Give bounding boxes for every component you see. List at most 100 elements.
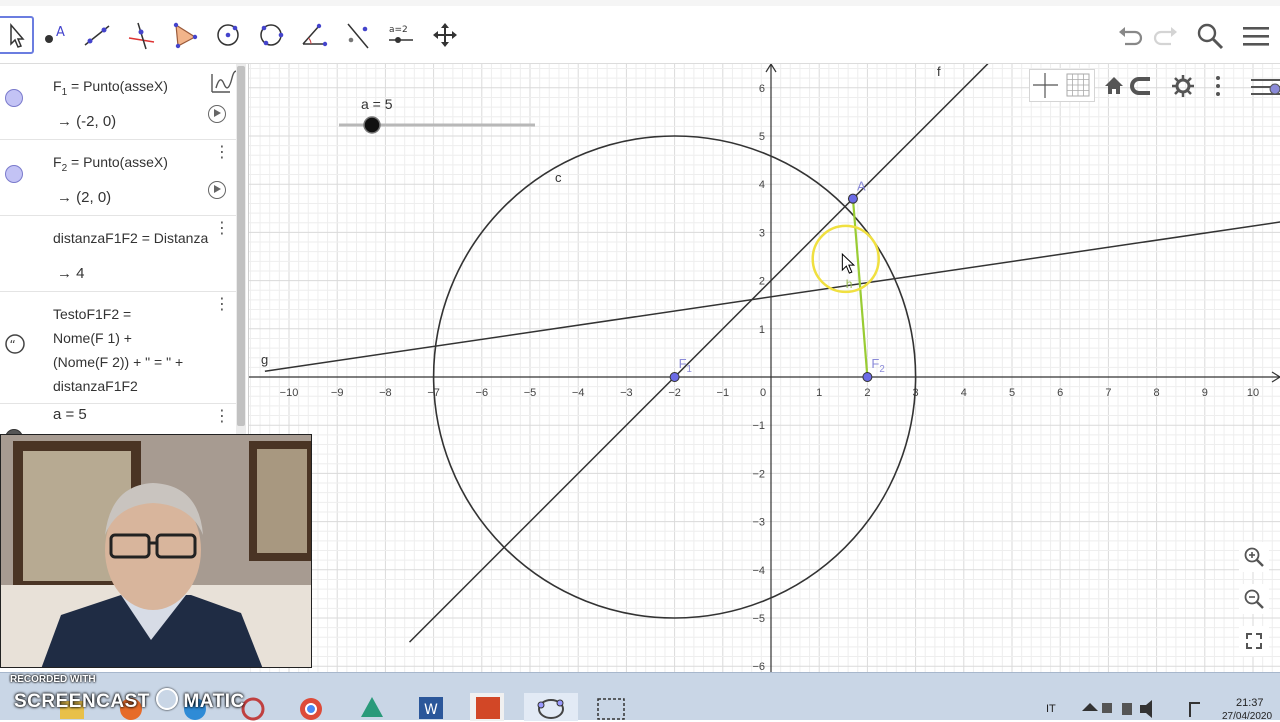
language-indicator[interactable]: IT — [1046, 703, 1056, 715]
angle-tool-icon — [302, 23, 328, 47]
algebra-item-a[interactable]: a = 5 ⋮ — [0, 404, 236, 436]
play-animation-icon[interactable] — [208, 105, 226, 123]
circle-center-point-tool-icon — [217, 24, 239, 46]
zoom-out-button[interactable] — [1239, 584, 1269, 614]
clock-time[interactable]: 21:37 — [1236, 697, 1264, 709]
x-tick-label: −3 — [620, 387, 633, 399]
perpendicular-line-tool-button[interactable] — [122, 16, 160, 54]
undo-button[interactable] — [1114, 20, 1146, 52]
angle-tool-button[interactable] — [295, 16, 333, 54]
testo-definition-line-3[interactable]: (Nome(F 2)) + " = " + — [53, 354, 183, 370]
point-a-label: A — [857, 179, 866, 194]
settings-gear-icon[interactable] — [1172, 75, 1194, 97]
redo-button[interactable] — [1150, 20, 1182, 52]
reflect-tool-button[interactable] — [339, 16, 377, 54]
geogebra-icon[interactable] — [524, 693, 578, 721]
visibility-marker[interactable] — [5, 89, 23, 107]
testo-definition-line-1[interactable]: TestoF1F2 = — [53, 306, 131, 322]
line-tool-button[interactable] — [78, 16, 116, 54]
slider-tool-button[interactable]: a=2 — [382, 16, 420, 54]
zoom-in-icon — [1244, 547, 1264, 567]
visibility-marker[interactable] — [5, 165, 23, 183]
file-explorer-icon[interactable] — [60, 701, 84, 719]
polygon-tool-button[interactable] — [165, 16, 203, 54]
point-tool-button[interactable]: A — [36, 16, 74, 54]
x-tick-label: −2 — [668, 387, 681, 399]
slider-a[interactable] — [335, 114, 539, 136]
x-tick-label: 10 — [1247, 387, 1259, 399]
algebra-item-testo[interactable]: “ TestoF1F2 = Nome(F 1) + (Nome(F 2)) + … — [0, 292, 236, 404]
x-tick-label: 4 — [961, 387, 967, 399]
quote-icon: “ — [5, 334, 25, 354]
home-icon[interactable] — [1105, 77, 1123, 94]
powerpoint-icon[interactable] — [470, 693, 504, 721]
toolbar: A a=2 — [0, 0, 1280, 64]
y-tick-label: 3 — [759, 227, 765, 239]
y-tick-label: 6 — [759, 83, 765, 95]
more-vertical-icon[interactable]: ⋮ — [214, 296, 230, 312]
more-vertical-icon[interactable]: ⋮ — [214, 408, 230, 424]
inkscape-icon[interactable] — [361, 697, 383, 717]
perpendicular-line-tool-icon — [128, 22, 155, 50]
system-tray-icons[interactable] — [1082, 700, 1200, 718]
magnet-icon[interactable] — [1130, 77, 1150, 95]
move-graphics-tool-button[interactable] — [426, 16, 464, 54]
y-tick-label: 1 — [759, 324, 765, 336]
x-tick-label: −6 — [476, 387, 489, 399]
y-tick-label: −2 — [752, 468, 765, 480]
x-tick-label: 8 — [1154, 387, 1160, 399]
x-tick-label: 2 — [864, 387, 870, 399]
move-tool-button[interactable] — [0, 16, 34, 54]
svg-text:“: “ — [10, 338, 16, 352]
f1-value: → (-2, 0) — [57, 113, 117, 130]
fullscreen-button[interactable] — [1239, 626, 1269, 656]
algebra-item-f1[interactable]: F1 = Punto(asseX) → (-2, 0) — [0, 64, 236, 140]
f2-definition-rest: = Punto(asseX) — [67, 154, 168, 170]
graphics-canvas[interactable]: −10 −9 −8 −7 −6 −5 −4 −3 −2 −1 0 1 2 3 4 5 6 7 8 9 10123456−… — [249, 64, 1280, 672]
paint-icon[interactable] — [184, 698, 206, 720]
x-tick-label: −1 — [717, 387, 730, 399]
main-menu-button[interactable] — [1240, 20, 1272, 52]
taskbar-icons: W — [60, 693, 1200, 721]
testo-definition-line-2[interactable]: Nome(F 1) + — [53, 330, 132, 346]
circle-three-points-tool-button[interactable] — [252, 16, 290, 54]
more-vertical-icon[interactable]: ⋮ — [214, 144, 230, 160]
algebra-view: F1 = Punto(asseX) → (-2, 0) F2 = Punto(a… — [0, 64, 249, 436]
point-f2-label-subscript: 2 — [879, 364, 884, 375]
more-vertical-icon[interactable] — [1216, 76, 1220, 96]
svg-text:A: A — [56, 25, 65, 40]
testo-definition-line-4[interactable]: distanzaF1F2 — [53, 378, 138, 394]
slider-a-label: a = 5 — [361, 96, 393, 112]
snipping-tool-icon[interactable] — [241, 697, 265, 721]
graphics-view[interactable]: −10 −9 −8 −7 −6 −5 −4 −3 −2 −1 0 1 2 3 4 5 6 7 8 9 10 1 2 3 4 5 6−… — [249, 64, 1280, 672]
f2-definition[interactable]: F2 = Punto(asseX) — [53, 154, 168, 174]
play-animation-icon[interactable] — [208, 181, 226, 199]
chrome-icon[interactable] — [300, 698, 322, 720]
fullscreen-icon — [1246, 633, 1262, 649]
screen-recorder-icon[interactable] — [597, 698, 625, 720]
circle-center-point-tool-button[interactable] — [209, 16, 247, 54]
x-tick-label: 6 — [1057, 387, 1063, 399]
circle-three-points-tool-icon — [260, 24, 284, 46]
firefox-icon[interactable] — [120, 698, 142, 720]
distanza-definition[interactable]: distanzaF1F2 = Distanza — [53, 230, 208, 246]
algebra-item-f2[interactable]: F2 = Punto(asseX) → (2, 0) ⋮ — [0, 140, 236, 216]
word-icon[interactable]: W — [419, 697, 443, 719]
zoom-in-button[interactable] — [1239, 542, 1269, 572]
y-tick-label: 5 — [759, 131, 765, 143]
zoom-out-icon — [1244, 589, 1264, 609]
line-f-label: f — [937, 64, 941, 79]
windows-taskbar: W IT 21:37 27/04/2020 — [0, 672, 1280, 722]
search-button[interactable] — [1194, 20, 1226, 52]
f1-definition[interactable]: F1 = Punto(asseX) — [53, 78, 168, 98]
algebra-item-distanza[interactable]: distanzaF1F2 = Distanza → 4 ⋮ — [0, 216, 236, 292]
graphics-view-menu-icon[interactable] — [1251, 79, 1280, 95]
a-definition[interactable]: a = 5 — [53, 406, 87, 423]
more-vertical-icon[interactable]: ⋮ — [214, 220, 230, 236]
algebra-scrollbar-thumb[interactable] — [237, 66, 245, 426]
slider-a-knob[interactable] — [363, 116, 381, 134]
algebra-scrollbar[interactable] — [236, 64, 246, 436]
svg-text:W: W — [424, 702, 438, 718]
y-tick-label: 4 — [759, 179, 765, 191]
clock-date[interactable]: 27/04/2020 — [1222, 711, 1272, 722]
